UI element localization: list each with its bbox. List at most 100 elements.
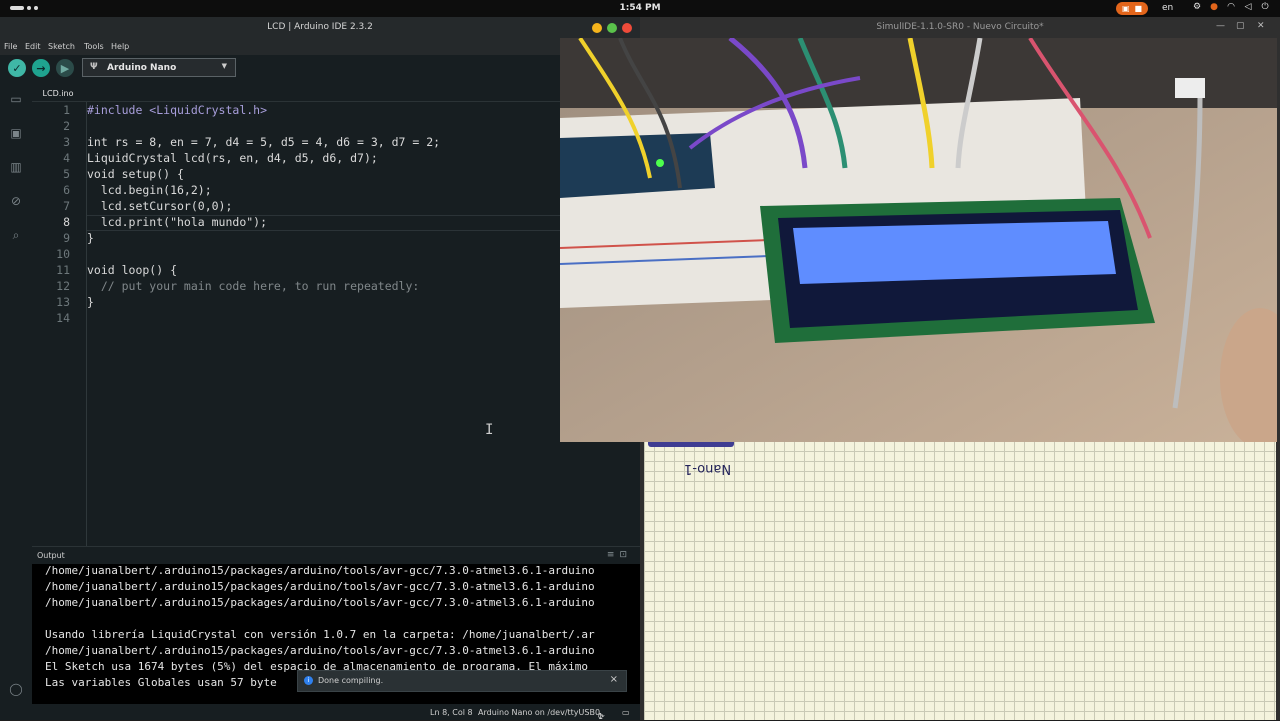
- sim-window-title: SimulIDE-1.1.0-SR0 - Nuevo Circuito*: [876, 22, 1044, 32]
- menu-bar: File Edit Sketch Tools Help: [0, 39, 640, 55]
- board-selector[interactable]: Ψ Arduino Nano ▼: [82, 58, 236, 77]
- power-icon: ⏻: [1261, 2, 1269, 12]
- check-icon: ✓: [12, 61, 22, 75]
- code-line: #include <LiquidCrystal.h>: [87, 103, 268, 117]
- ide-titlebar: LCD | Arduino IDE 2.3.2: [0, 17, 640, 39]
- component-label: Nano-1: [684, 461, 732, 476]
- output-line: Las variables Globales usan 57 byte: [45, 676, 277, 689]
- debug-panel-icon[interactable]: ⊘: [7, 192, 25, 210]
- maximize-icon[interactable]: ▢: [1236, 21, 1245, 31]
- volume-icon: ◁: [1244, 2, 1252, 12]
- stop-icon: ■: [1134, 4, 1143, 13]
- debug-icon: ▶: [60, 61, 70, 75]
- line-number: 9: [63, 231, 70, 245]
- arrow-right-icon: →: [36, 61, 46, 75]
- arduino-ide-window: LCD | Arduino IDE 2.3.2 File Edit Sketch…: [0, 17, 640, 721]
- code-line: lcd.begin(16,2);: [87, 183, 212, 197]
- system-tray[interactable]: ⚙ ● ◠ ◁ ⏻: [1192, 2, 1270, 12]
- editor-tabs: LCD.ino: [32, 82, 640, 102]
- line-number: 12: [56, 279, 70, 293]
- search-icon[interactable]: ⌕: [7, 226, 25, 244]
- code-line: lcd.print("hola mundo");: [87, 215, 268, 229]
- minimize-button[interactable]: [592, 23, 602, 33]
- lcd-screen: [793, 221, 1116, 284]
- output-line: /home/juanalbert/.arduino15/packages/ard…: [45, 564, 595, 577]
- code-line: int rs = 8, en = 7, d4 = 5, d5 = 4, d6 =…: [87, 135, 441, 149]
- line-number: 2: [63, 119, 70, 133]
- tab-lcd-ino[interactable]: LCD.ino: [32, 82, 84, 101]
- close-icon[interactable]: ✕: [1257, 21, 1265, 31]
- account-icon[interactable]: ◯: [7, 680, 25, 698]
- debug-button[interactable]: ▶: [56, 59, 74, 77]
- line-number: 1: [63, 103, 70, 117]
- board-port-status[interactable]: Arduino Nano on /dev/ttyUSB0: [478, 708, 600, 717]
- minimize-icon[interactable]: —: [1216, 21, 1225, 31]
- line-number: 6: [63, 183, 70, 197]
- line-number: 3: [63, 135, 70, 149]
- boards-manager-icon[interactable]: ▣: [7, 124, 25, 142]
- code-line: lcd.setCursor(0,0);: [87, 199, 233, 213]
- code-line: }: [87, 231, 94, 245]
- activity-bar: ▭ ▣ ▥ ⊘ ⌕ ◯: [0, 82, 32, 720]
- ide-window-title: LCD | Arduino IDE 2.3.2: [267, 22, 373, 32]
- status-bar: Ln 8, Col 8 Arduino Nano on /dev/ttyUSB0…: [32, 704, 640, 721]
- output-line: /home/juanalbert/.arduino15/packages/ard…: [45, 596, 595, 609]
- menu-help[interactable]: Help: [111, 42, 129, 51]
- code-editor[interactable]: 1 2 3 4 5 6 7 8 9 10 11 12 13 14 #includ…: [32, 102, 640, 546]
- close-icon[interactable]: ×: [610, 674, 618, 685]
- code-line: // put your main code here, to run repea…: [87, 279, 420, 293]
- power-connector: [1175, 78, 1205, 98]
- menu-file[interactable]: File: [4, 42, 17, 51]
- toggle-output-icon[interactable]: ▭: [622, 708, 630, 717]
- info-icon: i: [304, 676, 313, 685]
- ide-toolbar: ✓ → ▶ Ψ Arduino Nano ▼: [0, 55, 640, 82]
- line-number: 11: [56, 263, 70, 277]
- close-button[interactable]: [622, 23, 632, 33]
- circuit-canvas[interactable]: Nano-1: [644, 441, 1276, 720]
- compile-notification: i Done compiling. ×: [297, 670, 627, 692]
- line-number: 8: [63, 215, 70, 229]
- output-line: Usando librería LiquidCrystal con versió…: [45, 628, 595, 641]
- line-number: 10: [56, 247, 70, 261]
- code-line: }: [87, 295, 94, 309]
- menu-tools[interactable]: Tools: [84, 42, 104, 51]
- system-clock[interactable]: 1:54 PM: [0, 3, 1280, 13]
- line-number: 14: [56, 311, 70, 325]
- settings-icon: ⚙: [1192, 2, 1202, 12]
- menu-sketch[interactable]: Sketch: [48, 42, 75, 51]
- line-number: 7: [63, 199, 70, 213]
- screen-recording-indicator[interactable]: ▣ ■: [1116, 2, 1148, 15]
- code-line: LiquidCrystal lcd(rs, en, d4, d5, d6, d7…: [87, 151, 378, 165]
- board-name: Arduino Nano: [107, 63, 177, 73]
- code-line: void loop() {: [87, 263, 178, 277]
- notification-message: Done compiling.: [318, 676, 384, 685]
- verify-button[interactable]: ✓: [8, 59, 26, 77]
- upload-button[interactable]: →: [32, 59, 50, 77]
- line-number: 5: [63, 167, 70, 181]
- arduino-nano-board: [560, 133, 715, 198]
- code-line: void setup() {: [87, 167, 184, 181]
- text-cursor-icon: I: [485, 422, 494, 438]
- chevron-down-icon: ▼: [221, 62, 227, 70]
- cursor-position[interactable]: Ln 8, Col 8: [430, 708, 473, 717]
- record-icon: ▣: [1121, 4, 1130, 13]
- camera-overlay-photo: [560, 38, 1277, 442]
- output-title: Output: [37, 551, 65, 560]
- system-top-bar: 1:54 PM ▣ ■ en ⚙ ● ◠ ◁ ⏻: [0, 0, 1280, 17]
- clear-output-icon[interactable]: ≡: [607, 550, 620, 560]
- maximize-button[interactable]: [607, 23, 617, 33]
- folder-icon[interactable]: ▭: [7, 90, 25, 108]
- line-number: 4: [63, 151, 70, 165]
- lock-scroll-icon[interactable]: ⊡: [619, 550, 632, 560]
- line-gutter: 1 2 3 4 5 6 7 8 9 10 11 12 13 14: [32, 102, 87, 546]
- output-panel-header: Output ≡⊡: [32, 546, 640, 565]
- mic-icon: ●: [1210, 2, 1218, 12]
- sim-titlebar: SimulIDE-1.1.0-SR0 - Nuevo Circuito* — ▢…: [640, 17, 1280, 38]
- output-line: /home/juanalbert/.arduino15/packages/ard…: [45, 580, 595, 593]
- language-indicator[interactable]: en: [1162, 3, 1173, 13]
- line-number: 13: [56, 295, 70, 309]
- power-led: [656, 159, 664, 167]
- menu-edit[interactable]: Edit: [25, 42, 41, 51]
- usb-icon: Ψ: [90, 62, 98, 72]
- library-manager-icon[interactable]: ▥: [7, 158, 25, 176]
